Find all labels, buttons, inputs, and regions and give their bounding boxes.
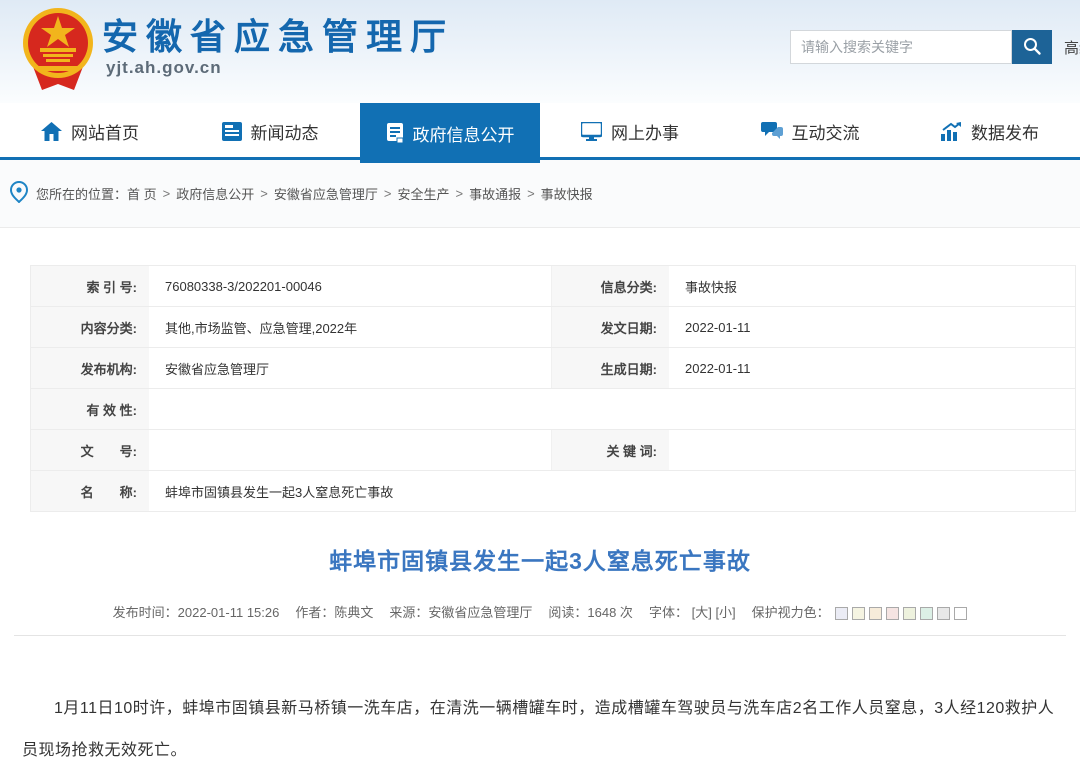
site-header: 安徽省应急管理厅 yjt.ah.gov.cn 高级 xyxy=(0,0,1080,103)
issue-date-value: 2022-01-11 xyxy=(669,307,1075,347)
nav-item-data-release[interactable]: 数据发布 xyxy=(900,103,1080,160)
nav-item-label: 网上办事 xyxy=(611,119,679,144)
document-icon xyxy=(386,123,404,143)
view-count: 阅读：1648 次 xyxy=(548,602,633,621)
article-title: 蚌埠市固镇县发生一起3人窒息死亡事故 xyxy=(0,542,1080,576)
breadcrumb-separator: > xyxy=(384,186,392,201)
info-category-label: 信息分类: xyxy=(551,266,669,306)
nav-item-news[interactable]: 新闻动态 xyxy=(180,103,360,160)
keywords-label: 关 键 词: xyxy=(551,430,669,470)
source: 来源：安徽省应急管理厅 xyxy=(389,602,532,621)
nav-item-online-services[interactable]: 网上办事 xyxy=(540,103,720,160)
chat-icon xyxy=(761,122,783,141)
nav-item-gov-info[interactable]: 政府信息公开 xyxy=(360,103,540,163)
table-row-content-category: 内容分类: 其他,市场监管、应急管理,2022年 发文日期: 2022-01-1… xyxy=(31,307,1075,348)
chart-icon xyxy=(941,122,962,141)
name-label: 名 称: xyxy=(31,471,149,511)
issue-date-label: 发文日期: xyxy=(551,307,669,347)
publisher-value: 安徽省应急管理厅 xyxy=(149,348,551,388)
location-pin-icon xyxy=(10,181,28,206)
breadcrumb-item-accident-brief[interactable]: 事故快报 xyxy=(541,184,593,203)
create-date-value: 2022-01-11 xyxy=(669,348,1075,388)
meta-divider xyxy=(14,635,1066,636)
nav-item-label: 网站首页 xyxy=(71,119,139,144)
content-category-label: 内容分类: xyxy=(31,307,149,347)
search-input[interactable] xyxy=(790,30,1012,64)
font-smaller-button[interactable]: [小] xyxy=(715,605,735,620)
breadcrumb-item-safety[interactable]: 安全生产 xyxy=(397,184,449,203)
search-icon xyxy=(1022,36,1042,59)
doc-number-value xyxy=(149,430,551,470)
nav-item-label: 新闻动态 xyxy=(251,119,319,144)
search-bar: 高级 xyxy=(790,30,1080,64)
document-info-table: 索 引 号: 76080338-3/202201-00046 信息分类: 事故快… xyxy=(30,265,1076,512)
breadcrumb: 您所在的位置： 首 页 > 政府信息公开 > 安徽省应急管理厅 > 安全生产 >… xyxy=(0,160,1080,228)
eye-color-swatch[interactable] xyxy=(937,607,950,620)
eye-color-swatch[interactable] xyxy=(852,607,865,620)
breadcrumb-item-home[interactable]: 首 页 xyxy=(127,184,157,203)
breadcrumb-item-gov-info[interactable]: 政府信息公开 xyxy=(176,184,254,203)
monitor-icon xyxy=(581,122,602,141)
search-button[interactable] xyxy=(1012,30,1052,64)
eye-protection-control: 保护视力色： xyxy=(752,602,968,621)
eye-color-swatches xyxy=(835,607,967,620)
nav-item-label: 互动交流 xyxy=(792,119,860,144)
eye-color-swatch[interactable] xyxy=(886,607,899,620)
article-body: 1月11日10时许，蚌埠市固镇县新马桥镇一洗车店，在清洗一辆槽罐车时，造成槽罐车… xyxy=(0,688,1080,764)
nav-item-label: 数据发布 xyxy=(971,119,1039,144)
table-row-publisher: 发布机构: 安徽省应急管理厅 生成日期: 2022-01-11 xyxy=(31,348,1075,389)
author: 作者：陈典文 xyxy=(295,602,373,621)
nav-item-interaction[interactable]: 互动交流 xyxy=(720,103,900,160)
content-category-value: 其他,市场监管、应急管理,2022年 xyxy=(149,307,551,347)
eye-color-label: 保护视力色： xyxy=(752,605,830,620)
doc-number-label: 文 号: xyxy=(31,430,149,470)
breadcrumb-separator: > xyxy=(163,186,171,201)
breadcrumb-separator: > xyxy=(527,186,535,201)
national-emblem-logo xyxy=(22,6,94,99)
font-larger-button[interactable]: [大] xyxy=(692,605,712,620)
nav-item-home[interactable]: 网站首页 xyxy=(0,103,180,160)
breadcrumb-item-accident-report[interactable]: 事故通报 xyxy=(469,184,521,203)
news-icon xyxy=(222,122,242,141)
table-row-index: 索 引 号: 76080338-3/202201-00046 信息分类: 事故快… xyxy=(31,266,1075,307)
breadcrumb-prefix: 您所在的位置： xyxy=(36,184,127,203)
main-nav: 网站首页 新闻动态 政府信息公开 xyxy=(0,103,1080,160)
breadcrumb-item-department[interactable]: 安徽省应急管理厅 xyxy=(274,184,378,203)
keywords-value xyxy=(669,430,1075,470)
table-row-name: 名 称: 蚌埠市固镇县发生一起3人窒息死亡事故 xyxy=(31,471,1075,512)
table-row-doc-number: 文 号: 关 键 词: xyxy=(31,430,1075,471)
info-category-value: 事故快报 xyxy=(669,266,1075,306)
eye-color-swatch[interactable] xyxy=(954,607,967,620)
index-number-label: 索 引 号: xyxy=(31,266,149,306)
eye-color-swatch[interactable] xyxy=(835,607,848,620)
index-number-value: 76080338-3/202201-00046 xyxy=(149,266,551,306)
site-domain: yjt.ah.gov.cn xyxy=(106,58,222,78)
validity-value xyxy=(149,389,1075,429)
table-row-validity: 有 效 性: xyxy=(31,389,1075,430)
create-date-label: 生成日期: xyxy=(551,348,669,388)
publisher-label: 发布机构: xyxy=(31,348,149,388)
eye-color-swatch[interactable] xyxy=(920,607,933,620)
breadcrumb-separator: > xyxy=(455,186,463,201)
eye-color-swatch[interactable] xyxy=(869,607,882,620)
publish-time: 发布时间：2022-01-11 15:26 xyxy=(113,602,280,621)
font-size-control: 字体： [大] [小] xyxy=(649,602,736,621)
font-label: 字体： xyxy=(649,605,688,620)
home-icon xyxy=(41,122,62,141)
eye-color-swatch[interactable] xyxy=(903,607,916,620)
nav-item-label: 政府信息公开 xyxy=(413,121,515,146)
name-value: 蚌埠市固镇县发生一起3人窒息死亡事故 xyxy=(149,471,1075,511)
article-meta: 发布时间：2022-01-11 15:26 作者：陈典文 来源：安徽省应急管理厅… xyxy=(0,602,1080,621)
validity-label: 有 效 性: xyxy=(31,389,149,429)
breadcrumb-separator: > xyxy=(260,186,268,201)
site-title: 安徽省应急管理厅 xyxy=(102,8,454,60)
advanced-search-link[interactable]: 高级 xyxy=(1064,37,1080,58)
